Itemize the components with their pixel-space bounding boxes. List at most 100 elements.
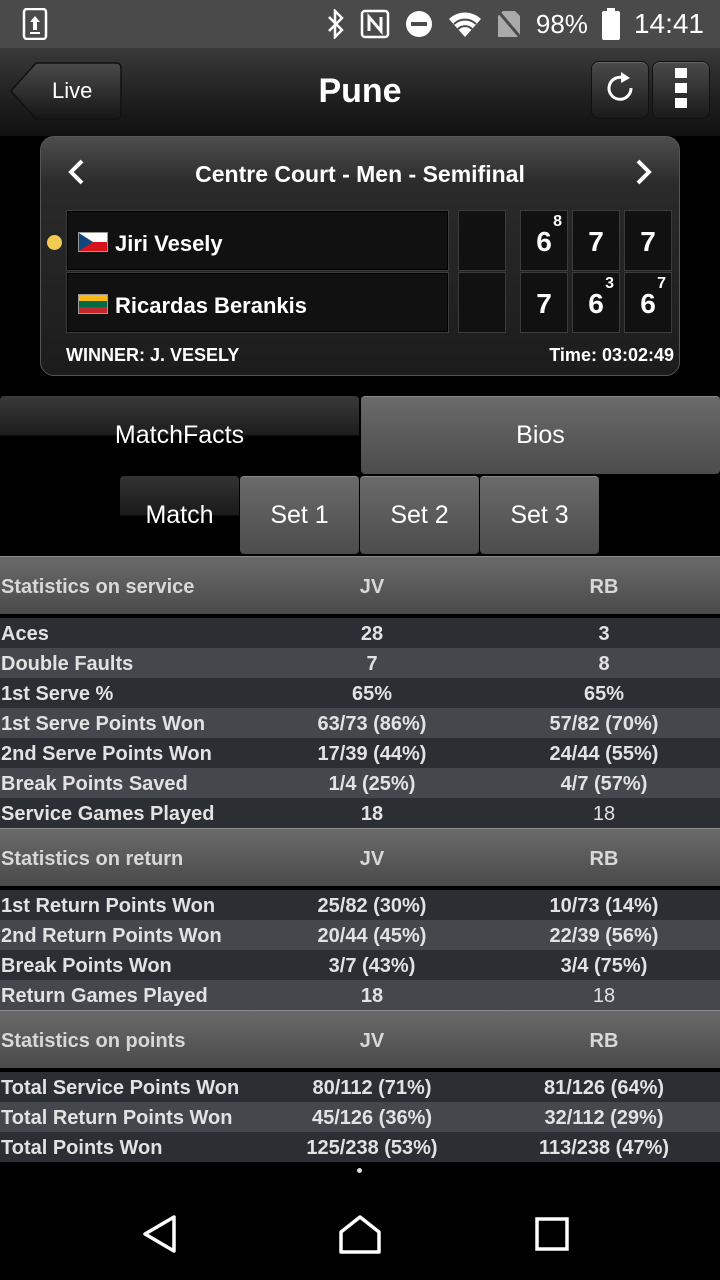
stat-label: 2nd Return Points Won bbox=[1, 925, 222, 947]
screenshot-icon bbox=[22, 7, 48, 45]
statistics-table[interactable]: Statistics on service JV RB Aces 28 3 Doub… bbox=[0, 556, 720, 1162]
stat-value-player-2: 3 bbox=[598, 623, 610, 645]
stat-row: 1st Serve Points Won 63/73 (86%) 57/82 (70… bbox=[0, 708, 720, 738]
set-games: 7 bbox=[588, 226, 604, 257]
nav-home-button[interactable] bbox=[336, 1212, 384, 1260]
stat-row: Break Points Saved 1/4 (25%) 4/7 (57%) bbox=[0, 768, 720, 798]
stat-row: 1st Serve % 65% 65% bbox=[0, 678, 720, 708]
stat-label: Double Faults bbox=[1, 653, 134, 675]
stat-value-player-2: 57/82 (70%) bbox=[549, 713, 659, 735]
winner-label: WINNER: J. VESELY bbox=[66, 345, 240, 365]
set-score: 7 bbox=[624, 210, 672, 271]
stat-value-player-1: 80/112 (71%) bbox=[312, 1077, 432, 1099]
stat-row: 2nd Serve Points Won 17/39 (44%) 24/44 (55… bbox=[0, 738, 720, 768]
tab-matchfacts[interactable]: MatchFacts bbox=[0, 396, 359, 474]
stat-value-player-2: 18 bbox=[592, 985, 616, 1007]
do-not-disturb-icon bbox=[404, 9, 434, 39]
section-header-points: Statistics on points JV RB bbox=[0, 1010, 720, 1068]
nav-back-button[interactable] bbox=[136, 1212, 184, 1260]
column-header-player-1: JV bbox=[359, 576, 385, 598]
set-score: 7 bbox=[572, 210, 620, 271]
stat-label: Break Points Won bbox=[1, 955, 172, 977]
refresh-icon bbox=[602, 70, 638, 111]
column-header-player-2: RB bbox=[589, 848, 619, 870]
bluetooth-icon bbox=[326, 9, 346, 39]
next-match-button[interactable] bbox=[629, 159, 659, 189]
stat-row: Break Points Won 3/7 (43%) 3/4 (75%) bbox=[0, 950, 720, 980]
scoreboard-card: Centre Court - Men - Semifinal Jiri Vese… bbox=[40, 136, 680, 376]
stat-label: 2nd Serve Points Won bbox=[1, 743, 212, 765]
stat-value-player-1: 25/82 (30%) bbox=[317, 895, 427, 917]
subtab-set-1[interactable]: Set 1 bbox=[240, 476, 359, 554]
nav-recents-button[interactable] bbox=[528, 1212, 576, 1260]
stat-value-player-2: 10/73 (14%) bbox=[549, 895, 659, 917]
column-header-player-1: JV bbox=[359, 848, 385, 870]
stat-row: 2nd Return Points Won 20/44 (45%) 22/39 (5… bbox=[0, 920, 720, 950]
stat-value-player-1: 1/4 (25%) bbox=[328, 773, 416, 795]
set-score: 63 bbox=[572, 272, 620, 333]
match-time: Time: 03:02:49 bbox=[549, 345, 674, 365]
battery-icon bbox=[601, 8, 620, 40]
stat-value-player-1: 18 bbox=[360, 985, 384, 1007]
app-header: Live Pune bbox=[0, 48, 720, 136]
wifi-icon bbox=[448, 10, 482, 38]
stat-row: Total Points Won 125/238 (53%) 113/238 (47… bbox=[0, 1132, 720, 1162]
stat-label: Total Service Points Won bbox=[1, 1077, 240, 1099]
column-header-player-1: JV bbox=[359, 1030, 385, 1052]
stat-value-player-2: 24/44 (55%) bbox=[549, 743, 659, 765]
section-title: Statistics on return bbox=[1, 848, 184, 870]
player-name: Jiri Vesely bbox=[115, 231, 223, 256]
section-header-return: Statistics on return JV RB bbox=[0, 828, 720, 886]
column-header-player-2: RB bbox=[589, 576, 619, 598]
stat-label: Total Points Won bbox=[1, 1137, 163, 1159]
stat-value-player-1: 18 bbox=[360, 803, 384, 825]
clock: 14:41 bbox=[633, 8, 704, 39]
stat-value-player-1: 20/44 (45%) bbox=[317, 925, 427, 947]
stat-label: Service Games Played bbox=[1, 803, 215, 825]
stat-row: 1st Return Points Won 25/82 (30%) 10/73 (1… bbox=[0, 890, 720, 920]
subtab-set-3[interactable]: Set 3 bbox=[480, 476, 599, 554]
stat-value-player-1: 17/39 (44%) bbox=[317, 743, 427, 765]
column-header-player-2: RB bbox=[589, 1030, 619, 1052]
flag-lithuania-icon bbox=[78, 294, 108, 314]
tab-bios[interactable]: Bios bbox=[361, 396, 720, 474]
stat-value-player-1: 7 bbox=[366, 653, 378, 675]
refresh-button[interactable] bbox=[591, 61, 649, 119]
stat-label: Aces bbox=[1, 623, 49, 645]
set-score: 7 bbox=[520, 272, 568, 333]
player-name: Ricardas Berankis bbox=[115, 293, 307, 318]
battery-percent: 98% bbox=[535, 8, 588, 39]
stat-value-player-2: 3/4 (75%) bbox=[560, 955, 648, 977]
stat-label: 1st Serve % bbox=[1, 683, 114, 705]
subtab-set-2[interactable]: Set 2 bbox=[360, 476, 479, 554]
overflow-menu-button[interactable] bbox=[652, 61, 710, 119]
set-games: 7 bbox=[536, 288, 552, 319]
stat-value-player-2: 32/112 (29%) bbox=[544, 1107, 664, 1129]
set-score: 68 bbox=[520, 210, 568, 271]
set-score: 67 bbox=[624, 272, 672, 333]
no-sim-icon bbox=[496, 9, 522, 39]
stat-row: Aces 28 3 bbox=[0, 618, 720, 648]
stat-value-player-1: 45/126 (36%) bbox=[311, 1107, 433, 1129]
stat-value-player-1: 125/238 (53%) bbox=[306, 1137, 438, 1159]
stat-row: Total Service Points Won 80/112 (71%) 81/1… bbox=[0, 1072, 720, 1102]
stat-label: Total Return Points Won bbox=[1, 1107, 233, 1129]
stat-label: Return Games Played bbox=[1, 985, 208, 1007]
stat-value-player-2: 65% bbox=[583, 683, 625, 705]
player-row-1: Jiri Vesely bbox=[66, 210, 449, 271]
stat-value-player-2: 113/238 (47%) bbox=[538, 1137, 670, 1159]
stat-value-player-2: 18 bbox=[592, 803, 616, 825]
nfc-icon bbox=[360, 9, 390, 39]
section-title: Statistics on service bbox=[1, 576, 195, 598]
set-games: 7 bbox=[640, 226, 656, 257]
subtab-match[interactable]: Match bbox=[120, 476, 239, 554]
player-row-2: Ricardas Berankis bbox=[66, 272, 449, 333]
home-icon bbox=[338, 1214, 382, 1259]
stat-value-player-2: 4/7 (57%) bbox=[560, 773, 648, 795]
chevron-right-icon bbox=[635, 159, 653, 190]
stat-row: Total Return Points Won 45/126 (36%) 32/11… bbox=[0, 1102, 720, 1132]
stat-label: Break Points Saved bbox=[1, 773, 188, 795]
stat-label: 1st Serve Points Won bbox=[1, 713, 206, 735]
tiebreak-score: 3 bbox=[605, 275, 614, 292]
stat-row: Double Faults 7 8 bbox=[0, 648, 720, 678]
